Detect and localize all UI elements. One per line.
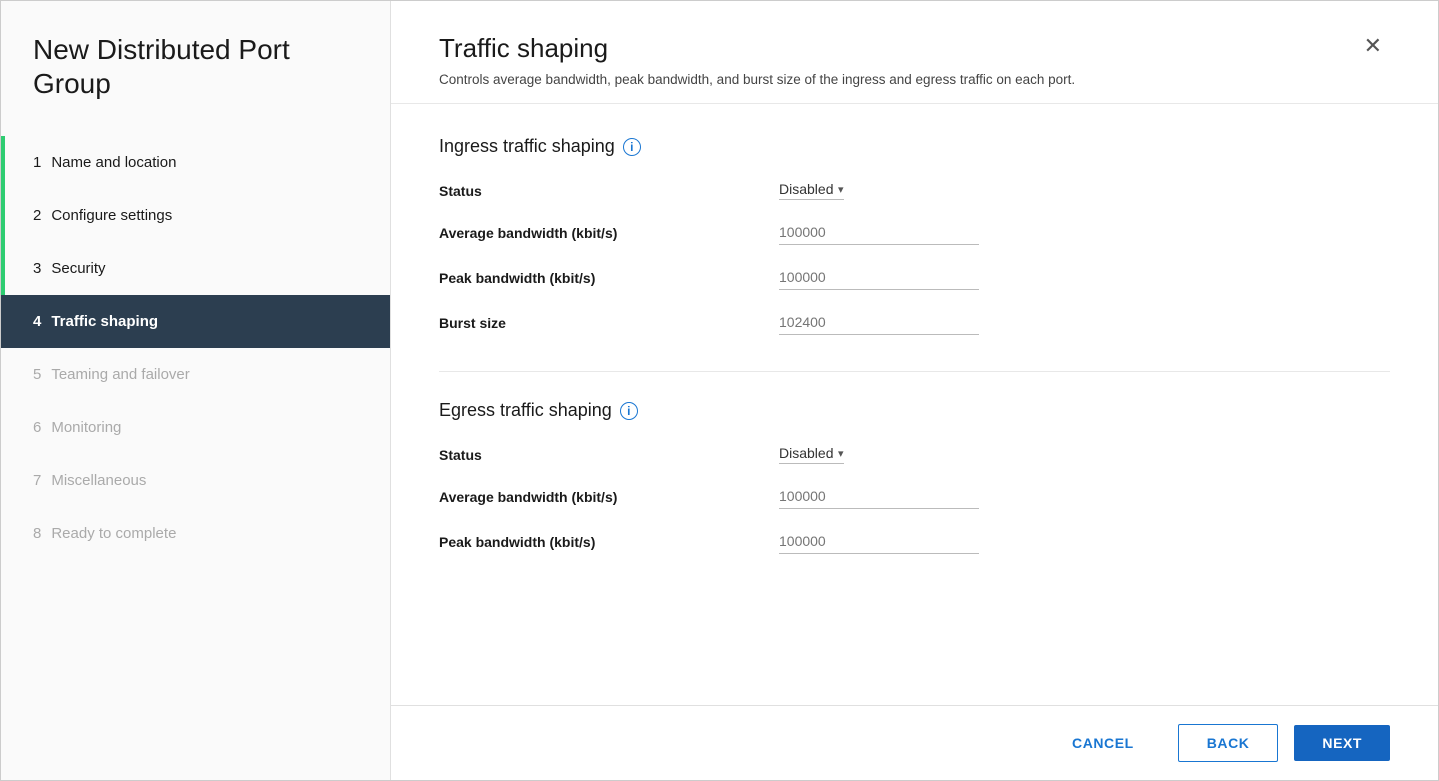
sidebar-steps: 1 Name and location 2 Configure settings 3 Se… (1, 128, 390, 780)
step-num-3: 3 (33, 260, 41, 277)
ingress-peak-bandwidth-input[interactable] (779, 265, 979, 290)
step-num-2: 2 (33, 207, 41, 224)
egress-avg-bandwidth-control (779, 484, 1390, 509)
close-button[interactable]: ✕ (1356, 29, 1390, 63)
next-button[interactable]: NEXT (1294, 725, 1390, 761)
step-num-5: 5 (33, 366, 41, 383)
main-body: Ingress traffic shaping i Status Disable… (391, 104, 1438, 705)
step-indicator-6 (1, 401, 5, 454)
main-panel: Traffic shaping Controls average bandwid… (391, 1, 1438, 780)
egress-peak-bandwidth-control (779, 529, 1390, 554)
egress-status-select[interactable]: Disabled Enabled (779, 445, 852, 461)
step-indicator-3 (1, 242, 5, 295)
step-label-2: Configure settings (51, 207, 172, 224)
step-label-6: Monitoring (51, 419, 121, 436)
step-indicator-8 (1, 507, 5, 560)
step-label-7: Miscellaneous (51, 472, 146, 489)
ingress-peak-bandwidth-row: Peak bandwidth (kbit/s) (439, 265, 1390, 290)
cancel-button[interactable]: CANCEL (1044, 725, 1162, 761)
egress-avg-bandwidth-input[interactable] (779, 484, 979, 509)
main-header: Traffic shaping Controls average bandwid… (391, 1, 1438, 104)
ingress-peak-bandwidth-label: Peak bandwidth (kbit/s) (439, 270, 779, 286)
ingress-burst-size-input[interactable] (779, 310, 979, 335)
sidebar-step-6: 6 Monitoring (1, 401, 390, 454)
ingress-avg-bandwidth-row: Average bandwidth (kbit/s) (439, 220, 1390, 245)
sidebar-step-7: 7 Miscellaneous (1, 454, 390, 507)
egress-avg-bandwidth-row: Average bandwidth (kbit/s) (439, 484, 1390, 509)
ingress-section-title: Ingress traffic shaping i (439, 136, 1390, 157)
step-num-4: 4 (33, 313, 41, 330)
step-indicator-2 (1, 189, 5, 242)
ingress-status-label: Status (439, 183, 779, 199)
page-description: Controls average bandwidth, peak bandwid… (439, 72, 1075, 87)
ingress-peak-bandwidth-control (779, 265, 1390, 290)
sidebar-step-5: 5 Teaming and failover (1, 348, 390, 401)
step-num-6: 6 (33, 419, 41, 436)
step-label-4: Traffic shaping (51, 313, 158, 330)
sidebar-step-2[interactable]: 2 Configure settings (1, 189, 390, 242)
ingress-section: Ingress traffic shaping i Status Disable… (439, 136, 1390, 335)
egress-info-icon[interactable]: i (620, 402, 638, 420)
ingress-status-select-wrapper[interactable]: Disabled Enabled ▾ (779, 181, 844, 200)
header-left: Traffic shaping Controls average bandwid… (439, 33, 1075, 87)
ingress-avg-bandwidth-label: Average bandwidth (kbit/s) (439, 225, 779, 241)
egress-peak-bandwidth-input[interactable] (779, 529, 979, 554)
egress-section: Egress traffic shaping i Status Disabled… (439, 400, 1390, 554)
step-indicator-1 (1, 136, 5, 189)
egress-peak-bandwidth-label: Peak bandwidth (kbit/s) (439, 534, 779, 550)
ingress-avg-bandwidth-control (779, 220, 1390, 245)
egress-section-title: Egress traffic shaping i (439, 400, 1390, 421)
sidebar-step-8: 8 Ready to complete (1, 507, 390, 560)
step-label-1: Name and location (51, 154, 176, 171)
step-label-8: Ready to complete (51, 525, 176, 542)
step-label-3: Security (51, 260, 105, 277)
egress-avg-bandwidth-label: Average bandwidth (kbit/s) (439, 489, 779, 505)
step-num-1: 1 (33, 154, 41, 171)
egress-status-row: Status Disabled Enabled ▾ (439, 445, 1390, 464)
egress-status-control: Disabled Enabled ▾ (779, 445, 1390, 464)
egress-peak-bandwidth-row: Peak bandwidth (kbit/s) (439, 529, 1390, 554)
sidebar-step-1[interactable]: 1 Name and location (1, 136, 390, 189)
ingress-status-select[interactable]: Disabled Enabled (779, 181, 852, 197)
sidebar-step-4[interactable]: 4 Traffic shaping (1, 295, 390, 348)
ingress-burst-size-control (779, 310, 1390, 335)
sidebar: New Distributed Port Group 1 Name and loc… (1, 1, 391, 780)
dialog-title: New Distributed Port Group (1, 1, 390, 128)
step-indicator-5 (1, 348, 5, 401)
ingress-info-icon[interactable]: i (623, 138, 641, 156)
ingress-status-row: Status Disabled Enabled ▾ (439, 181, 1390, 200)
page-title: Traffic shaping (439, 33, 1075, 64)
back-button[interactable]: BACK (1178, 724, 1279, 762)
step-label-5: Teaming and failover (51, 366, 189, 383)
step-num-8: 8 (33, 525, 41, 542)
egress-status-select-wrapper[interactable]: Disabled Enabled ▾ (779, 445, 844, 464)
ingress-status-control: Disabled Enabled ▾ (779, 181, 1390, 200)
section-divider (439, 371, 1390, 372)
footer: CANCEL BACK NEXT (391, 705, 1438, 780)
egress-status-label: Status (439, 447, 779, 463)
step-num-7: 7 (33, 472, 41, 489)
ingress-burst-size-label: Burst size (439, 315, 779, 331)
ingress-burst-size-row: Burst size (439, 310, 1390, 335)
ingress-avg-bandwidth-input[interactable] (779, 220, 979, 245)
sidebar-step-3[interactable]: 3 Security (1, 242, 390, 295)
step-indicator-4 (1, 295, 5, 348)
dialog: New Distributed Port Group 1 Name and loc… (0, 0, 1439, 781)
step-indicator-7 (1, 454, 5, 507)
